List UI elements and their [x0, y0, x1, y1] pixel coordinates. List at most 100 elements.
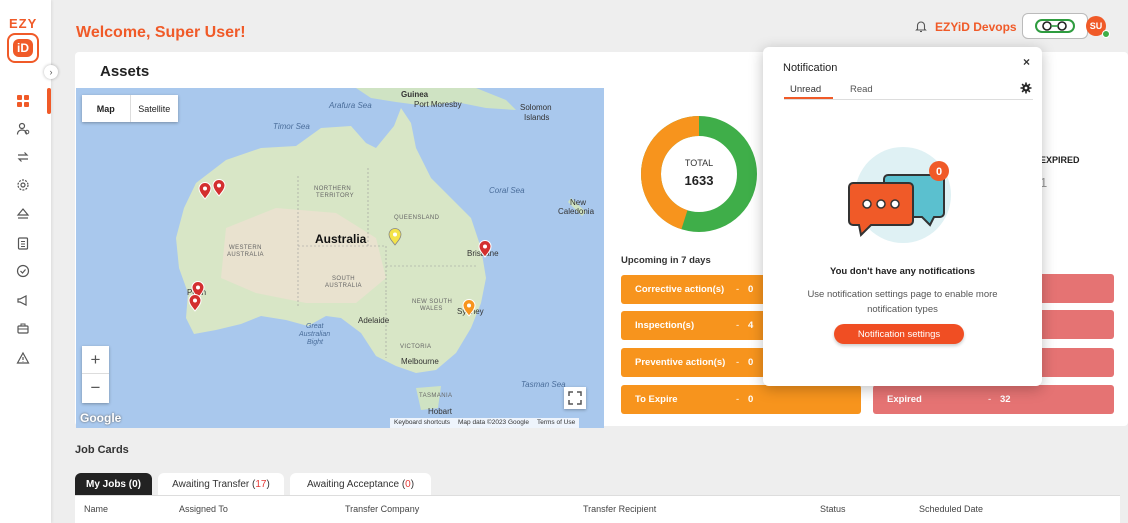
map-label-arafura: Arafura Sea — [329, 101, 372, 110]
welcome-heading: Welcome, Super User! — [76, 24, 246, 41]
map-label-caledonia: Caledonia — [558, 207, 595, 216]
dashboard-icon[interactable] — [15, 93, 31, 109]
zoom-out-button[interactable]: − — [82, 374, 109, 402]
map-label-islands: Islands — [524, 113, 550, 122]
assets-map[interactable] — [76, 88, 604, 428]
org-name[interactable]: EZYiD Devops — [935, 20, 1017, 34]
active-tab-underline — [784, 97, 833, 99]
status-count: 0 — [748, 284, 754, 295]
check-circle-icon[interactable] — [15, 263, 31, 279]
map-label-tasman: Tasman Sea — [521, 380, 566, 389]
map-label-coral: Coral Sea — [489, 186, 525, 195]
status-label: To Expire — [635, 394, 678, 405]
expired-header: EXPIRED — [1040, 155, 1080, 165]
map-label-victoria: VICTORIA — [400, 344, 432, 350]
fullscreen-icon — [568, 391, 582, 405]
logo-text: EZY — [9, 16, 38, 31]
map-type-satellite-button[interactable]: Satellite — [131, 95, 179, 122]
empty-notifications-title: You don't have any notifications — [829, 266, 976, 277]
map-label-nsw1: NEW SOUTH — [412, 299, 453, 305]
map-pin-orange-icon[interactable] — [462, 299, 476, 317]
tab-label: Awaiting Transfer — [172, 478, 250, 490]
job-cards-title: Job Cards — [75, 444, 129, 456]
tab-count: 17 — [255, 478, 267, 490]
gear-icon[interactable] — [1020, 82, 1032, 94]
map-label-south: SOUTH — [332, 276, 355, 282]
logo-badge-text: iD — [13, 39, 33, 57]
column-header-scheduled-date[interactable]: Scheduled Date — [919, 504, 983, 514]
map-label-guinea: Guinea — [401, 90, 429, 99]
megaphone-icon[interactable] — [15, 292, 31, 308]
settings-icon[interactable] — [15, 177, 31, 193]
status-separator: - — [736, 357, 740, 368]
status-label: Corrective action(s) — [635, 284, 725, 295]
tab-awaiting-acceptance[interactable]: Awaiting Acceptance (0) — [290, 473, 431, 495]
map-pin-red-icon[interactable] — [478, 240, 492, 258]
map-data-attribution: Map data ©2023 Google — [458, 419, 529, 426]
status-count: 0 — [748, 394, 754, 405]
keyboard-shortcuts-link[interactable]: Keyboard shortcuts — [390, 418, 454, 428]
close-icon[interactable]: × — [1023, 55, 1030, 69]
users-icon[interactable] — [15, 121, 31, 137]
map-pin-red-icon[interactable] — [198, 182, 212, 200]
fullscreen-button[interactable] — [564, 387, 586, 409]
tab-label: My Jobs — [85, 478, 126, 490]
expired-button[interactable]: Expired - 32 — [873, 385, 1114, 414]
upcoming-title: Upcoming in 7 days — [621, 255, 711, 266]
status-count: 0 — [748, 357, 754, 368]
to-expire-button[interactable]: To Expire - 0 — [621, 385, 861, 414]
map-zoom-controls: + − — [82, 346, 109, 403]
map-label-gab2: Australian — [299, 331, 331, 338]
status-label: Inspection(s) — [635, 320, 695, 331]
column-header-assigned-to[interactable]: Assigned To — [179, 504, 228, 514]
status-separator: - — [988, 394, 992, 405]
map-label-adelaide: Adelaide — [358, 316, 390, 325]
logo-badge[interactable]: iD — [7, 33, 39, 63]
status-separator: - — [736, 394, 740, 405]
map-label-gab1: Great — [306, 323, 324, 330]
empty-notifications-hint: Use notification settings page to enable… — [807, 289, 998, 315]
map-label-nsw2: WALES — [420, 306, 443, 312]
sidebar-collapse-button[interactable]: › — [44, 65, 58, 79]
empty-notifications-illustration-icon: 0 — [848, 147, 951, 243]
map-pin-red-icon[interactable] — [212, 179, 226, 197]
tab-count: 0 — [405, 478, 411, 490]
layers-icon[interactable] — [15, 206, 31, 222]
map-label-solomon: Solomon — [520, 103, 552, 112]
bell-icon[interactable] — [914, 19, 928, 33]
warning-icon[interactable] — [15, 350, 31, 366]
tab-read[interactable]: Read — [850, 84, 873, 95]
notification-settings-button[interactable]: Notification settings — [834, 324, 964, 344]
briefcase-icon[interactable] — [15, 320, 31, 336]
map-label-australia: Australia — [315, 232, 367, 246]
status-separator: - — [736, 320, 740, 331]
map-label-port-moresby: Port Moresby — [414, 100, 462, 109]
map-label-western: WESTERN — [229, 245, 262, 251]
column-header-transfer-company[interactable]: Transfer Company — [345, 504, 419, 514]
tab-my-jobs[interactable]: My Jobs (0) — [75, 473, 152, 495]
transfer-icon[interactable] — [15, 149, 31, 165]
map-footer: Keyboard shortcuts Map data ©2023 Google… — [390, 418, 580, 428]
map-pin-yellow-icon[interactable] — [388, 228, 402, 246]
online-status-dot — [1102, 30, 1110, 38]
org-logo[interactable] — [1022, 13, 1088, 39]
org-logo-icon — [1035, 19, 1075, 33]
map-label-tasmania: TASMANIA — [419, 393, 453, 399]
terms-of-use-link[interactable]: Terms of Use — [533, 418, 579, 428]
notification-badge-count: 0 — [936, 166, 942, 178]
map-type-toggle: Map Satellite — [82, 95, 178, 122]
column-header-status[interactable]: Status — [820, 504, 846, 514]
tab-awaiting-transfer[interactable]: Awaiting Transfer (17) — [158, 473, 284, 495]
zoom-in-button[interactable]: + — [82, 346, 109, 374]
assets-title: Assets — [100, 63, 150, 80]
map-type-map-button[interactable]: Map — [82, 95, 131, 122]
notification-tabs-divider — [784, 99, 1033, 100]
map-pin-red-icon[interactable] — [188, 294, 202, 312]
column-header-transfer-recipient[interactable]: Transfer Recipient — [583, 504, 656, 514]
active-nav-indicator — [47, 88, 51, 114]
column-header-name[interactable]: Name — [84, 504, 108, 514]
map-label-melbourne: Melbourne — [401, 357, 439, 366]
tab-unread[interactable]: Unread — [790, 84, 821, 95]
status-count: 32 — [1000, 394, 1011, 405]
clipboard-icon[interactable] — [15, 235, 31, 251]
